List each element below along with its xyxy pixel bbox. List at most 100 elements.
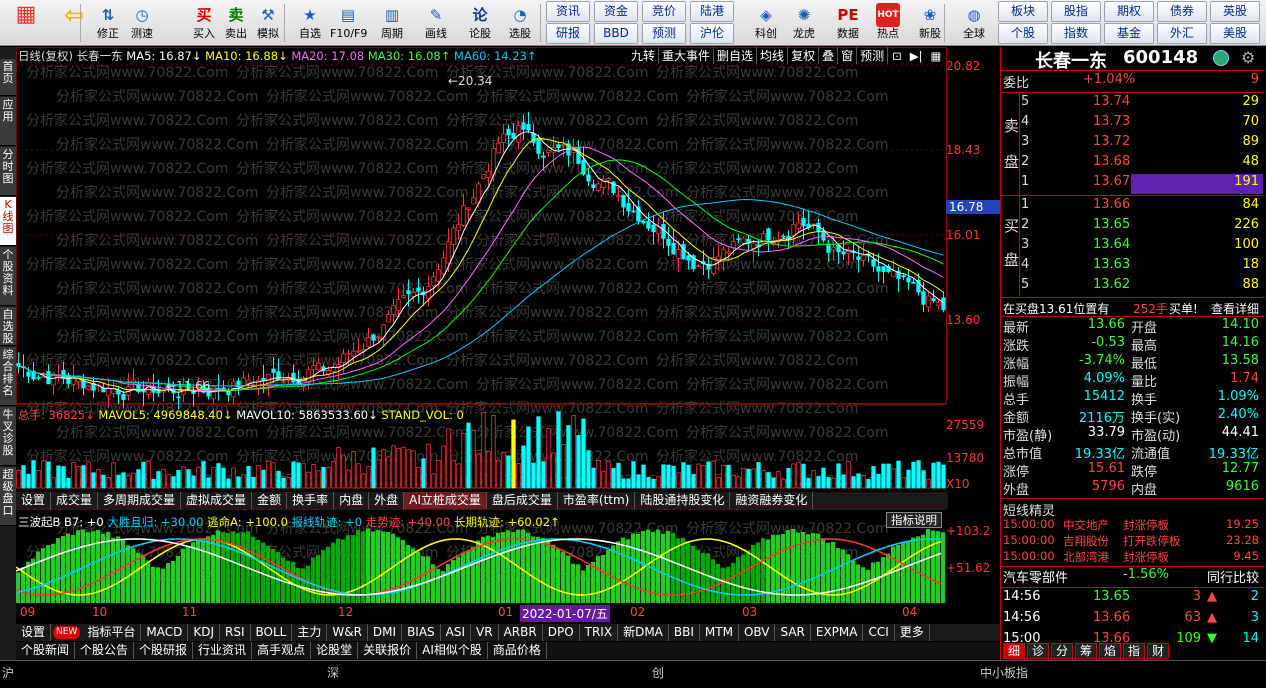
toolbar-button-pen[interactable]: ✎ 画线 [418,1,454,45]
volume-subtab-5[interactable]: 换手率 [287,492,335,509]
left-nav-item-6[interactable]: 综合排名 [0,347,16,406]
mid-button-2[interactable]: 竞价 [642,1,686,22]
indicator-tab-9[interactable]: DMI [368,624,403,641]
panel-tab-4[interactable]: 焰 [1099,643,1121,659]
kline-chart[interactable]: 分析家公式网www.70822.Com 分析家公式网www.70822.Com 分析… [16,47,948,621]
short-line-item[interactable]: 15:00:00 吉翔股份 打开跌停板 23.28 [1001,533,1263,549]
mid-button-6[interactable]: 预测 [642,23,686,44]
indicator-tab-0[interactable]: 设置 [16,624,52,641]
volume-subtab-11[interactable]: 陆股通持股变化 [635,492,731,509]
indicator-tab-4[interactable]: KDJ [188,624,220,641]
mid-button-5[interactable]: BBD [594,23,638,44]
globe-icon[interactable] [1213,50,1229,66]
buy-level-row[interactable]: 5 13.62 88 [1001,277,1263,297]
indicator-tab-14[interactable]: DPO [543,624,580,641]
volume-subtab-9[interactable]: 盘后成交量 [487,492,558,509]
toolbar-button-discuss[interactable]: 论论股 [462,1,498,45]
kline-tool-7[interactable]: 预测 [857,47,889,64]
volume-subtab-1[interactable]: 成交量 [51,492,99,509]
kline-tool-5[interactable]: 叠 [819,47,839,64]
indicator-tab-7[interactable]: 主力 [292,624,328,641]
left-nav-item-0[interactable]: 首页 [0,59,16,96]
indicator-tab-11[interactable]: ASI [441,624,472,641]
volume-subtab-0[interactable]: 设置 [16,492,52,509]
info-tab-2[interactable]: 个股研报 [134,642,194,659]
buy-level-row[interactable]: 1 13.66 84 [1001,197,1263,217]
toolbar-button-globe[interactable]: ◍ 全球 [956,1,992,45]
panel-tab-3[interactable]: 筹 [1075,643,1097,659]
panel-tab-2[interactable]: 分 [1051,643,1073,659]
status-index[interactable]: 中小板指 [980,664,1028,681]
info-tab-5[interactable]: 论股堂 [311,642,359,659]
volume-subtab-6[interactable]: 内盘 [334,492,370,509]
chart-area[interactable]: 分析家公式网www.70822.Com 分析家公式网www.70822.Com 分析… [16,47,948,621]
status-cy[interactable]: 创 [652,664,664,681]
buy-notice[interactable]: 在买盘13.61位置有 252手 买单! 查看详细 [1001,298,1263,318]
volume-subtab-3[interactable]: 虚拟成交量 [181,492,253,509]
toolbar-button-favorites[interactable]: ★ 自选 [292,1,328,45]
mid-button-4[interactable]: 研报 [546,23,590,44]
volume-subtab-2[interactable]: 多周期成交量 [98,492,182,509]
info-tab-3[interactable]: 行业资讯 [193,642,253,659]
toolbar-button-kechuang[interactable]: ◈ 科创 [748,1,784,45]
market-button-8[interactable]: 外汇 [1157,23,1207,44]
short-line-item[interactable]: 15:00:00 中交地产 封涨停板 19.25 [1001,517,1263,533]
indicator-tab-12[interactable]: VR [471,624,499,641]
toolbar-button-home-grid[interactable]: ▦ [6,1,46,45]
toolbar-button-data-pe[interactable]: PE 数据 [830,1,866,45]
kline-tool-1[interactable]: 重大事件 [659,47,715,64]
peer-compare-link[interactable]: 同行比较 [1207,567,1259,586]
market-button-5[interactable]: 个股 [998,23,1048,44]
indicator-tab-23[interactable]: 更多 [895,624,930,641]
buy-level-row[interactable]: 4 13.63 18 [1001,257,1263,277]
indicator-tab-3[interactable]: MACD [141,624,189,641]
toolbar-button-f10[interactable]: ▤ F10/F9 [330,1,367,45]
left-nav-item-2[interactable]: 分时图 [0,147,16,196]
toolbar-button-gavel[interactable]: ⚒ 模拟 [250,1,286,45]
volume-subtab-12[interactable]: 融资融券变化 [730,492,814,509]
mid-button-3[interactable]: 陆港 [690,1,734,22]
market-button-0[interactable]: 板块 [998,1,1048,22]
sell-level-row[interactable]: 2 13.68 48 [1001,154,1263,174]
indicator-help-button[interactable]: 指标说明 [886,512,942,528]
buy-level-row[interactable]: 2 13.65 226 [1001,217,1263,237]
sell-level-row[interactable]: 4 13.73 70 [1001,114,1263,134]
panel-tab-5[interactable]: 指 [1123,643,1145,659]
info-tab-6[interactable]: 关联报价 [358,642,418,659]
left-nav-item-5[interactable]: 自选股 [0,307,16,346]
indicator-tab-5[interactable]: RSI [220,624,251,641]
left-nav-item-3[interactable]: K线图 [0,197,16,246]
left-nav-item-8[interactable]: 超级盘口 [0,467,16,526]
indicator-tab-21[interactable]: EXPMA [811,624,864,641]
info-tab-7[interactable]: AI相似个股 [417,642,488,659]
toolbar-button-new-stock[interactable]: ❀ 新股 [912,1,948,45]
indicator-tab-13[interactable]: ARBR [499,624,543,641]
volume-subtab-7[interactable]: 外盘 [369,492,405,509]
sell-level-row[interactable]: 5 13.74 29 [1001,94,1263,114]
left-nav-item-7[interactable]: 牛叉诊股 [0,407,16,466]
info-tab-1[interactable]: 个股公告 [75,642,135,659]
short-line-item[interactable]: 15:00:00 北部湾港 封涨停板 9.45 [1001,549,1263,565]
indicator-tab-2[interactable]: 指标平台 [82,624,142,641]
indicator-tab-15[interactable]: TRIX [580,624,619,641]
indicator-tab-6[interactable]: BOLL [251,624,293,641]
view-detail-link[interactable]: 查看详细 [1211,300,1259,317]
grid-icon[interactable]: ▦ [926,49,945,63]
kline-tool-0[interactable]: 九转 [628,47,660,64]
toolbar-button-dragon-tiger[interactable]: ✺ 龙虎 [786,1,822,45]
indicator-tab-17[interactable]: BBI [669,624,700,641]
info-tab-4[interactable]: 高手观点 [252,642,312,659]
volume-subtab-8[interactable]: AI立桩成交量 [404,492,487,509]
info-tab-0[interactable]: 个股新闻 [16,642,76,659]
panel-tab-1[interactable]: 诊 [1027,643,1049,659]
toolbar-button-select-stock[interactable]: ◔ 选股 [502,1,538,45]
indicator-tab-8[interactable]: W&R [327,624,368,641]
market-button-3[interactable]: 债券 [1157,1,1207,22]
indicator-tab-19[interactable]: OBV [739,624,776,641]
status-sh[interactable]: 沪 [2,664,14,681]
panel-tab-0[interactable]: 细 [1003,643,1025,659]
kline-tool-3[interactable]: 均线 [757,47,789,64]
market-button-2[interactable]: 期权 [1104,1,1154,22]
buy-level-row[interactable]: 3 13.64 100 [1001,237,1263,257]
indicator-tab-16[interactable]: 新DMA [618,624,669,641]
